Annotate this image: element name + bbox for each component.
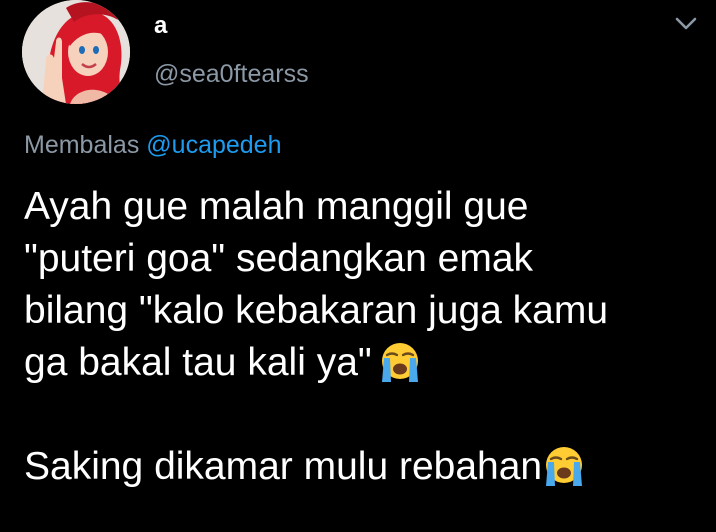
tweet-line: ga bakal tau kali ya": [24, 341, 372, 384]
tweet-line: Ayah gue malah manggil gue: [24, 185, 529, 228]
username[interactable]: @sea0ftearss: [154, 60, 309, 89]
loudly-crying-face-icon: [542, 444, 586, 488]
tweet-line: Saking dikamar mulu rebahan: [24, 445, 543, 488]
tweet-line-with-emoji: ga bakal tau kali ya": [24, 337, 704, 389]
display-name[interactable]: a: [154, 12, 167, 40]
tweet-text: Ayah gue malah manggil gue "puteri goa" …: [24, 181, 704, 493]
tweet-line: "puteri goa" sedangkan emak: [24, 237, 534, 280]
reply-prefix: Membalas: [24, 131, 140, 159]
chevron-down-icon[interactable]: [675, 16, 697, 32]
tweet-line-with-emoji: Saking dikamar mulu rebahan: [24, 441, 704, 493]
avatar[interactable]: [22, 0, 130, 104]
loudly-crying-face-icon: [378, 340, 422, 384]
reply-mention-link[interactable]: @ucapedeh: [146, 131, 281, 159]
reply-context: Membalas @ucapedeh: [24, 131, 282, 160]
tweet-line: bilang "kalo kebakaran juga kamu: [24, 289, 609, 332]
avatar-image: [22, 0, 130, 104]
